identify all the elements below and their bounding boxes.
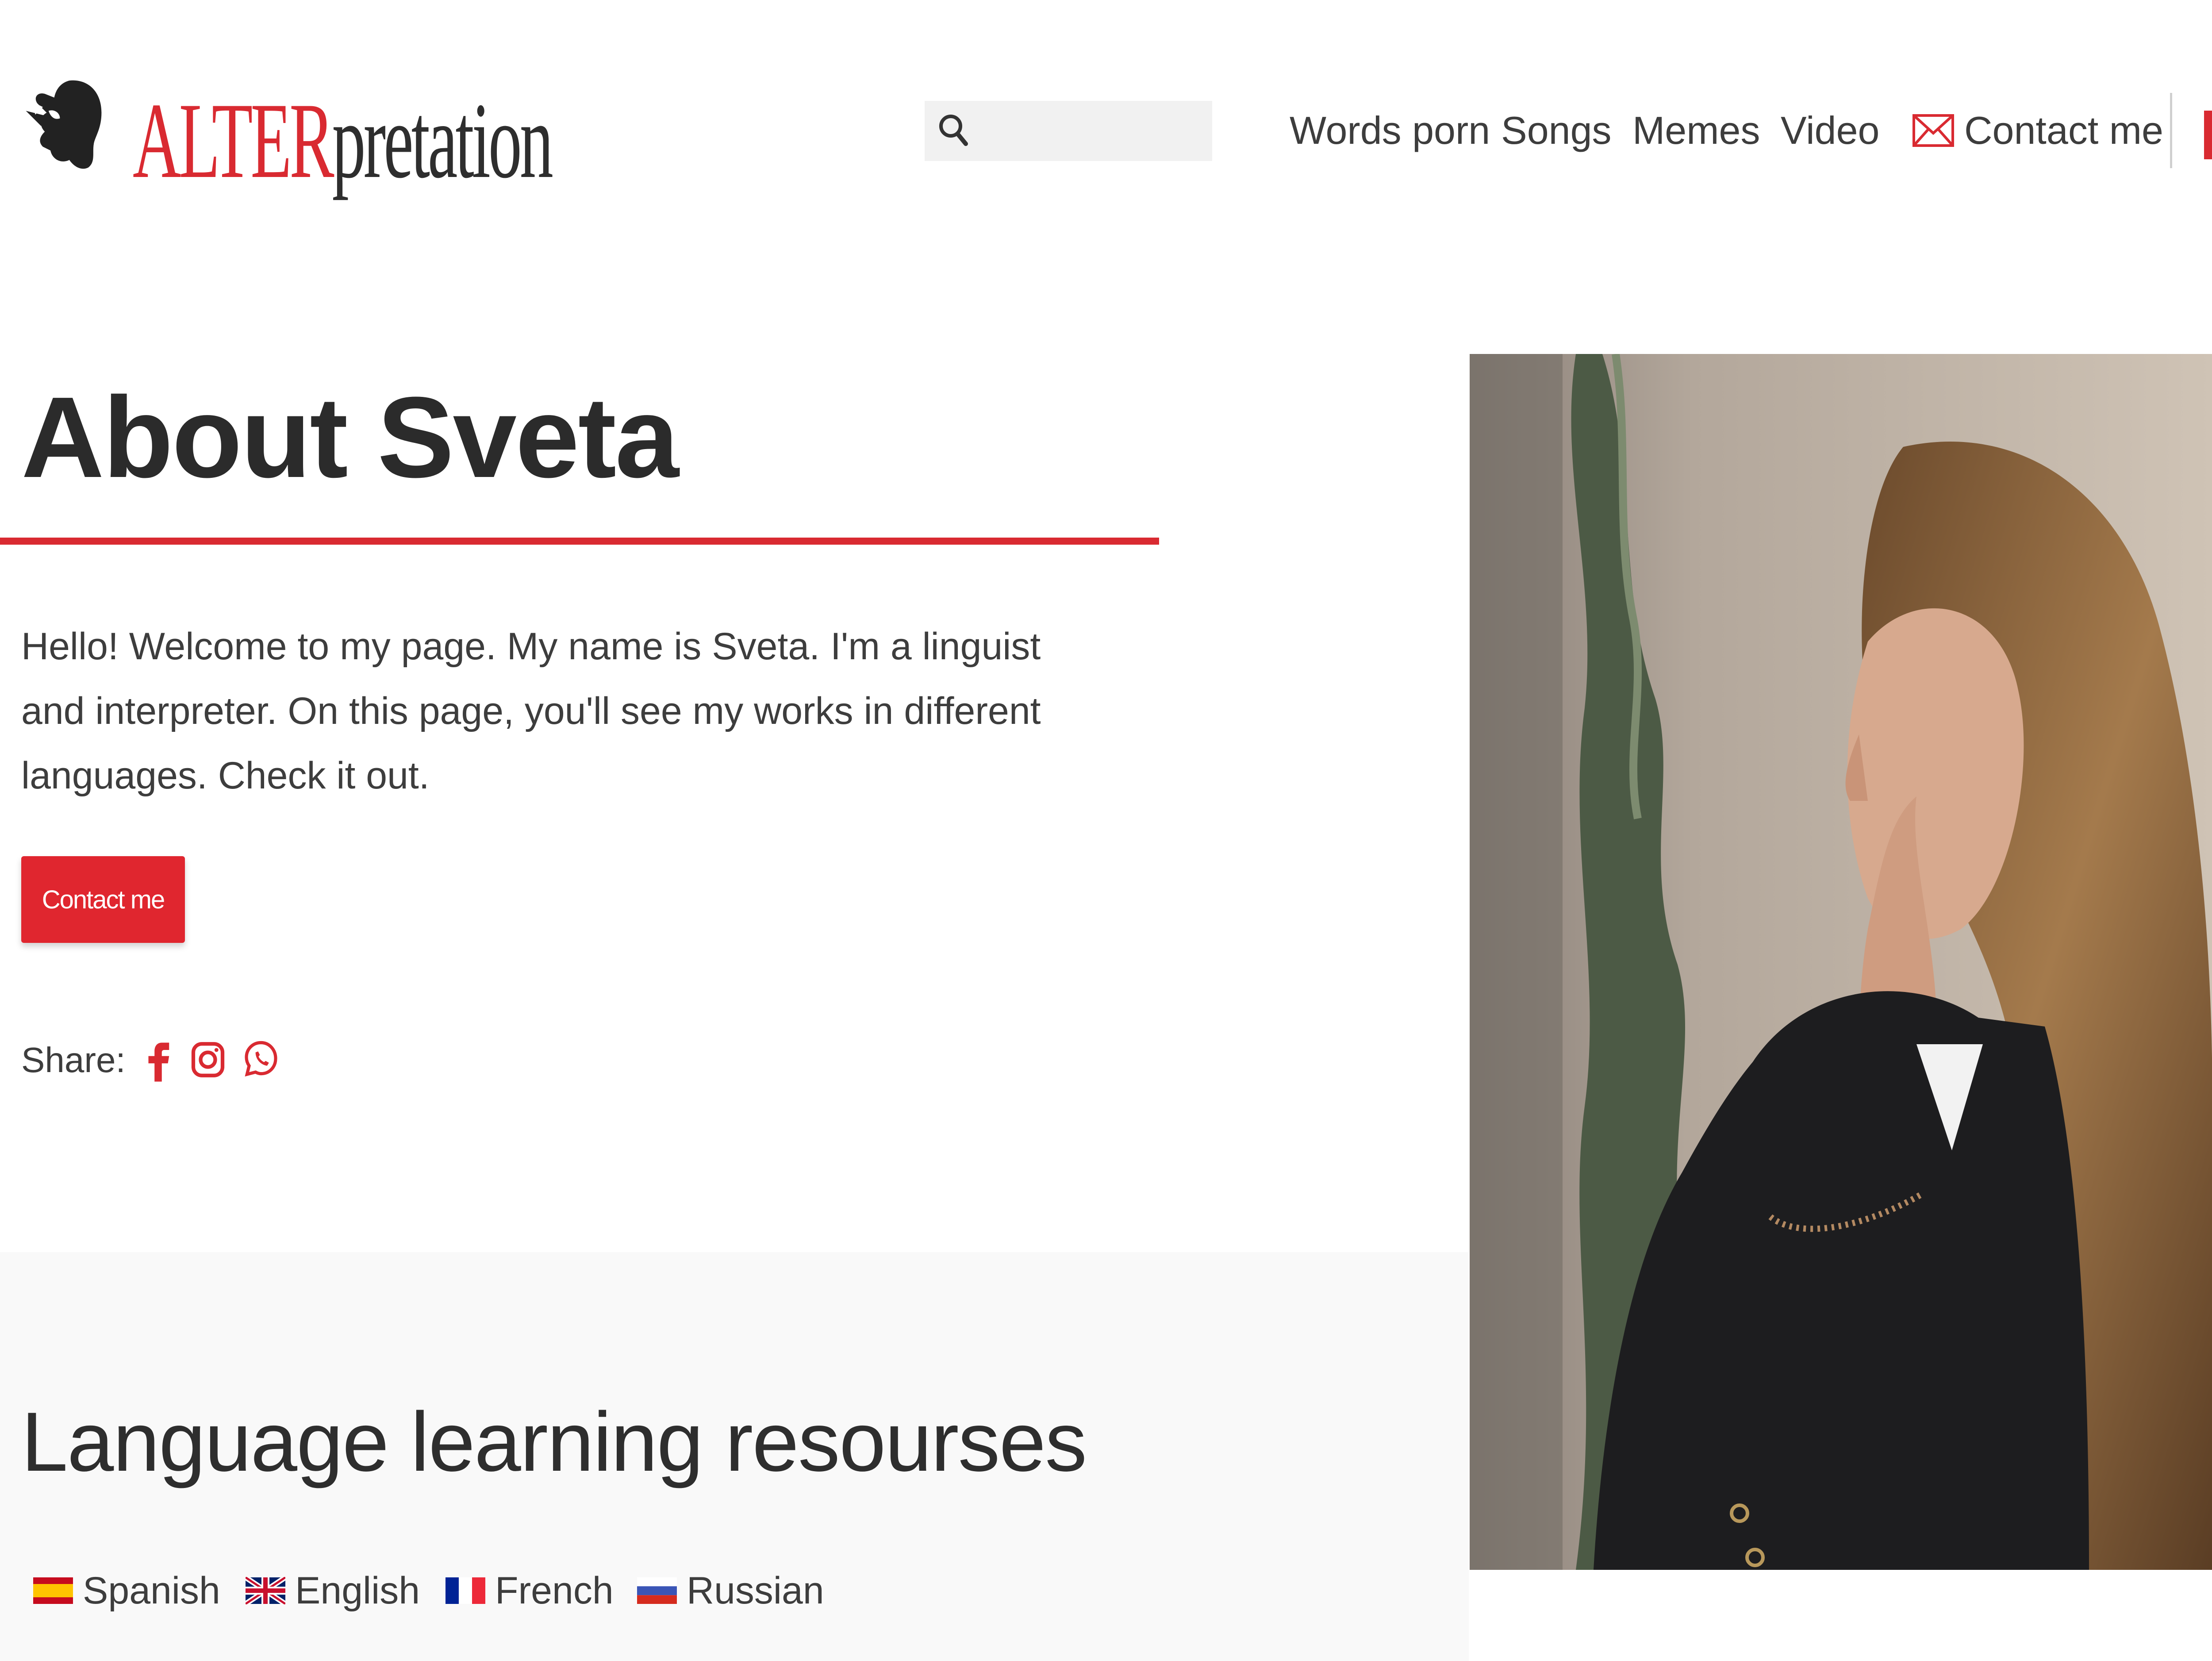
search-input[interactable] — [973, 101, 1205, 162]
nav-contact-label: Contact me — [1964, 108, 2163, 152]
language-link-english[interactable]: English — [246, 1566, 420, 1615]
language-link-russian[interactable]: Russian — [637, 1566, 824, 1615]
nav-item-memes[interactable]: Memes — [1632, 104, 1760, 157]
logo-head-icon[interactable] — [20, 73, 115, 177]
page-title: About Sveta — [21, 373, 679, 502]
logo-wordmark[interactable]: ALTER pretation — [133, 53, 553, 200]
intro-paragraph: Hello! Welcome to my page. My name is Sv… — [21, 625, 1041, 797]
portrait-photo — [1470, 354, 2212, 1570]
logo-alter-text: ALTER — [133, 81, 334, 200]
language-label: English — [295, 1569, 420, 1612]
nav-cutoff-icon[interactable] — [2204, 111, 2212, 159]
resources-title: Language learning resourses — [21, 1395, 1087, 1489]
logo-pretation-text: pretation — [332, 81, 553, 200]
search-icon[interactable] — [936, 111, 971, 150]
nav-item-songs[interactable]: Songs — [1501, 104, 1612, 157]
contact-button[interactable]: Contact me — [21, 856, 185, 943]
title-underline — [0, 538, 1159, 545]
instagram-icon[interactable] — [188, 1035, 228, 1084]
nav-item-contact-me[interactable]: Contact me — [1912, 104, 2163, 157]
russia-flag-icon — [637, 1577, 677, 1604]
france-flag-icon — [445, 1577, 485, 1604]
language-label: Spanish — [83, 1569, 220, 1612]
language-label: French — [495, 1569, 614, 1612]
spain-flag-icon — [33, 1577, 73, 1604]
language-link-spanish[interactable]: Spanish — [33, 1566, 220, 1615]
language-label: Russian — [687, 1569, 824, 1612]
uk-flag-icon — [246, 1577, 285, 1604]
nav-item-words-porn[interactable]: Words porn — [1290, 104, 1490, 157]
nav-divider — [2170, 93, 2172, 168]
language-link-french[interactable]: French — [445, 1566, 614, 1615]
nav-item-video[interactable]: Video — [1781, 104, 1879, 157]
whatsapp-icon[interactable] — [241, 1035, 281, 1084]
mail-icon — [1912, 114, 1954, 147]
share-label: Share: — [21, 1040, 126, 1080]
facebook-icon[interactable] — [141, 1035, 180, 1084]
